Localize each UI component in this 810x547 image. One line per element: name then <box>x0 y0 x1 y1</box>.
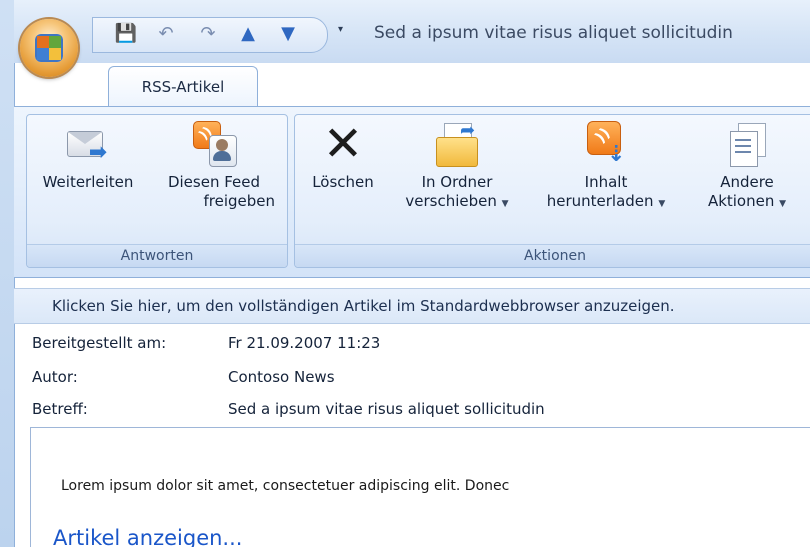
download-content-button[interactable]: ⇣ Inhalt herunterladen ▼ <box>531 121 681 214</box>
other-actions-label-line2: Aktionen ▼ <box>707 192 787 210</box>
other-actions-button[interactable]: Andere Aktionen ▼ <box>691 121 803 214</box>
outlook-rss-window: 💾 ↶ ↷ ▲ ▼ ▾ Sed a ipsum vitae risus aliq… <box>0 0 810 547</box>
share-feed-label-line1: Diesen Feed <box>167 173 261 191</box>
forward-icon: ➡ <box>65 121 111 167</box>
infobar[interactable]: Klicken Sie hier, um den vollständigen A… <box>14 288 810 324</box>
download-label-line2: herunterladen ▼ <box>546 192 666 210</box>
group-label-aktionen: Aktionen <box>295 244 810 267</box>
delete-icon: ✕ <box>322 116 364 172</box>
customize-dropdown-icon[interactable]: ▾ <box>338 24 350 38</box>
redo-icon[interactable]: ↷ <box>195 21 221 47</box>
save-icon[interactable]: 💾 <box>113 21 139 47</box>
other-actions-label-line1: Andere <box>720 173 774 191</box>
quick-access-toolbar: 💾 ↶ ↷ ▲ ▼ <box>92 17 328 53</box>
share-feed-button[interactable]: Diesen Feed freigeben <box>151 121 277 211</box>
infobar-text: Klicken Sie hier, um den vollständigen A… <box>52 297 675 315</box>
undo-icon[interactable]: ↶ <box>153 21 179 47</box>
up-arrow-icon[interactable]: ▲ <box>235 21 261 47</box>
body-text: Lorem ipsum dolor sit amet, consectetuer… <box>61 478 510 494</box>
subject-value: Sed a ipsum vitae risus aliquet sollicit… <box>228 400 545 418</box>
tab-rss-artikel[interactable]: RSS-Artikel <box>108 66 258 107</box>
author-value: Contoso News <box>228 368 335 386</box>
office-button[interactable] <box>20 19 78 77</box>
view-article-link[interactable]: Artikel anzeigen... <box>53 526 242 547</box>
posted-value: Fr 21.09.2007 11:23 <box>228 334 381 352</box>
group-label-antworten: Antworten <box>27 244 287 267</box>
message-body: Lorem ipsum dolor sit amet, consectetuer… <box>30 427 810 547</box>
move-label-line1: In Ordner <box>421 173 493 191</box>
posted-label: Bereitgestellt am: <box>32 334 167 352</box>
window-left-edge <box>0 0 15 547</box>
delete-button[interactable]: ✕ Löschen <box>301 116 385 192</box>
move-to-folder-icon: ➦ <box>434 121 480 167</box>
share-feed-label-line2: freigeben <box>203 192 275 210</box>
forward-label: Weiterleiten <box>42 173 134 191</box>
download-label-line1: Inhalt <box>584 173 628 191</box>
window-title: Sed a ipsum vitae risus aliquet sollicit… <box>374 23 733 43</box>
author-label: Autor: <box>32 368 78 386</box>
group-aktionen: ✕ Löschen ➦ In Ordner verschieben ▼ ⇣ In… <box>294 114 810 268</box>
share-feed-icon <box>191 121 237 167</box>
other-actions-icon <box>724 121 770 167</box>
download-content-icon: ⇣ <box>583 121 629 167</box>
delete-label: Löschen <box>312 173 374 191</box>
move-to-folder-button[interactable]: ➦ In Ordner verschieben ▼ <box>393 121 521 214</box>
ribbon: ➡ Weiterleiten Diesen Feed freigeben Ant… <box>14 106 810 278</box>
forward-button[interactable]: ➡ Weiterleiten <box>29 121 147 192</box>
down-arrow-icon[interactable]: ▼ <box>275 21 301 47</box>
office-logo-icon <box>35 34 63 62</box>
move-label-line2: verschieben ▼ <box>405 192 509 210</box>
subject-label: Betreff: <box>32 400 88 418</box>
group-antworten: ➡ Weiterleiten Diesen Feed freigeben Ant… <box>26 114 288 268</box>
